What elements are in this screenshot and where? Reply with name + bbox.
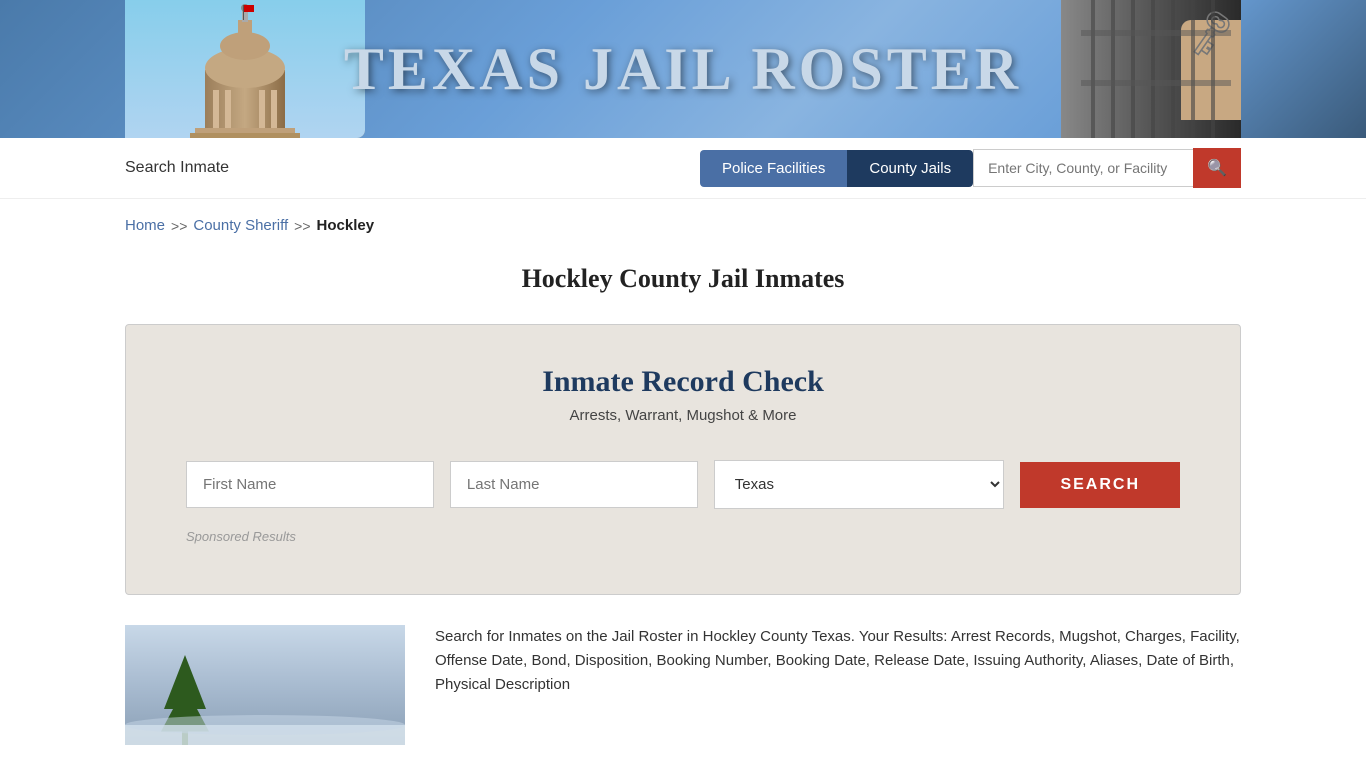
- banner-title-container: Texas Jail Roster: [344, 35, 1022, 104]
- search-inmate-label: Search Inmate: [125, 159, 229, 177]
- header-left-image: [125, 0, 365, 138]
- landscape-svg: [125, 625, 405, 745]
- record-check-form: AlabamaAlaskaArizonaArkansasCaliforniaCo…: [186, 460, 1180, 509]
- police-facilities-button[interactable]: Police Facilities: [700, 150, 847, 187]
- sponsored-results-label: Sponsored Results: [186, 529, 1180, 544]
- last-name-input[interactable]: [450, 461, 698, 508]
- nav-right-controls: Police Facilities County Jails 🔍: [700, 148, 1241, 188]
- bottom-image: [125, 625, 405, 745]
- breadcrumb: Home >> County Sheriff >> Hockley: [0, 199, 1366, 244]
- record-search-button[interactable]: SEARCH: [1020, 462, 1180, 508]
- facility-search-input[interactable]: [973, 149, 1193, 187]
- jail-bars-svg: [1061, 0, 1241, 138]
- page-title-section: Hockley County Jail Inmates: [0, 244, 1366, 324]
- banner-title: Texas Jail Roster: [344, 36, 1022, 102]
- breadcrumb-home[interactable]: Home: [125, 217, 165, 234]
- capitol-svg: [125, 0, 365, 138]
- facility-search-button[interactable]: 🔍: [1193, 148, 1241, 188]
- header-banner: Texas Jail Roster 🗝: [0, 0, 1366, 138]
- header-right-image: 🗝: [1061, 0, 1241, 138]
- description-text: Search for Inmates on the Jail Roster in…: [435, 625, 1241, 697]
- breadcrumb-sep-2: >>: [294, 218, 310, 234]
- first-name-input[interactable]: [186, 461, 434, 508]
- record-check-subtitle: Arrests, Warrant, Mugshot & More: [186, 407, 1180, 424]
- page-title: Hockley County Jail Inmates: [0, 264, 1366, 294]
- bottom-section: Search for Inmates on the Jail Roster in…: [0, 595, 1366, 775]
- breadcrumb-sep-1: >>: [171, 218, 187, 234]
- nav-bar: Search Inmate Police Facilities County J…: [0, 138, 1366, 199]
- inmate-record-check-box: Inmate Record Check Arrests, Warrant, Mu…: [125, 324, 1241, 595]
- record-check-title: Inmate Record Check: [186, 365, 1180, 399]
- search-icon: 🔍: [1207, 158, 1227, 178]
- state-select[interactable]: AlabamaAlaskaArizonaArkansasCaliforniaCo…: [714, 460, 1005, 509]
- breadcrumb-county-sheriff[interactable]: County Sheriff: [193, 217, 288, 234]
- county-jails-button[interactable]: County Jails: [847, 150, 973, 187]
- breadcrumb-current: Hockley: [317, 217, 375, 234]
